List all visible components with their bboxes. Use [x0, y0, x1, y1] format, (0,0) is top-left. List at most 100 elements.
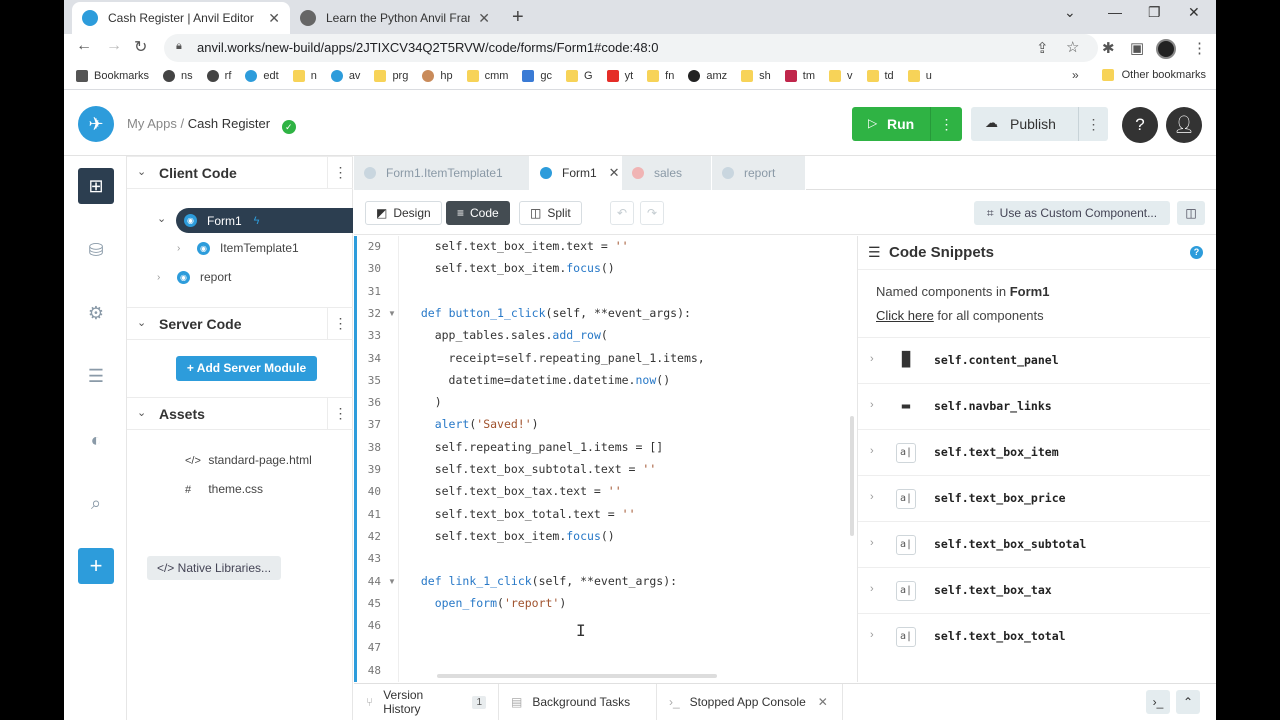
chevron-right-icon[interactable]: › [870, 399, 874, 411]
bookmark-item[interactable]: fn [647, 69, 674, 82]
minimize-icon[interactable]: — [1108, 4, 1122, 20]
run-options-button[interactable]: ⋮ [930, 107, 962, 141]
chevron-right-icon[interactable]: › [870, 583, 874, 595]
tree-item-itemtemplate1[interactable]: › ◉ ItemTemplate1 [177, 236, 299, 260]
close-tab-icon[interactable]: ✕ [609, 165, 620, 181]
bookmarks-overflow-icon[interactable]: » [1072, 68, 1079, 82]
chevron-right-icon[interactable]: › [870, 353, 874, 365]
design-mode-button[interactable]: ◩ Design [365, 201, 442, 225]
tab-report[interactable]: report [712, 156, 806, 190]
component-name[interactable]: self.text_box_total [934, 629, 1066, 643]
native-libraries-button[interactable]: </> Native Libraries... [147, 556, 281, 580]
help-icon[interactable]: ? [1190, 246, 1203, 259]
run-button[interactable]: ▷ Run ⋮ [852, 107, 962, 141]
component-name[interactable]: self.navbar_links [934, 399, 1052, 413]
bookmark-item[interactable]: td [866, 69, 894, 82]
settings-gear-icon[interactable]: ⚙ [78, 295, 114, 331]
close-tab-icon[interactable]: ✕ [478, 10, 490, 27]
theme-palette-icon[interactable]: ◐ [78, 422, 114, 458]
component-name[interactable]: self.text_box_price [934, 491, 1066, 505]
add-feature-icon[interactable]: + [78, 548, 114, 584]
chevron-right-icon[interactable]: › [870, 491, 874, 503]
snippet-row[interactable]: › ▬ self.navbar_links [858, 383, 1210, 429]
chevron-down-icon[interactable]: ⌄ [137, 406, 146, 419]
forward-icon[interactable]: → [106, 37, 122, 55]
browser-tab-learn[interactable]: Learn the Python Anvil Framewo ✕ [290, 2, 500, 34]
bookmark-item[interactable]: av [330, 69, 360, 82]
bookmark-item[interactable]: Bookmarks [76, 69, 149, 82]
bookmark-item[interactable]: ns [163, 69, 193, 82]
bookmark-item[interactable]: amz [688, 69, 727, 82]
snippet-row[interactable]: › a| self.text_box_total [858, 613, 1210, 659]
fold-toggle-icon[interactable]: ▼ [388, 309, 396, 318]
bookmark-item[interactable]: u [907, 69, 932, 82]
snippet-row[interactable]: › a| self.text_box_price [858, 475, 1210, 521]
publish-button[interactable]: ☁ Publish ⋮ [971, 107, 1108, 141]
profile-avatar[interactable] [1156, 39, 1176, 59]
database-icon[interactable]: ⛁ [78, 232, 114, 268]
bookmark-item[interactable]: prg [374, 69, 408, 82]
bookmark-item[interactable]: sh [741, 69, 771, 82]
vertical-scrollbar[interactable] [850, 416, 854, 536]
list-icon[interactable]: ☰ [78, 358, 114, 394]
close-window-icon[interactable]: ✕ [1188, 4, 1200, 21]
asset-file-theme-css[interactable]: # theme.css [185, 482, 263, 496]
search-icon[interactable]: ⌕ [78, 485, 114, 521]
tree-item-report[interactable]: › ◉ report [157, 265, 231, 289]
address-bar[interactable]: 🔒︎ anvil.works/new-build/apps/2JTIXCV34Q… [164, 34, 1098, 62]
bookmark-item[interactable]: G [566, 69, 593, 82]
version-history-tab[interactable]: ⑂ Version History 1 [354, 684, 499, 720]
app-browser-icon[interactable]: ⊞ [78, 168, 114, 204]
chevron-down-icon[interactable]: ⌄ [137, 165, 146, 178]
new-tab-button[interactable]: + [512, 6, 524, 29]
asset-file-standard-page[interactable]: </> standard-page.html [185, 453, 312, 467]
component-name[interactable]: self.text_box_item [934, 445, 1059, 459]
assets-section[interactable]: ⌄ Assets ⋮ [127, 397, 353, 430]
my-apps-link[interactable]: My Apps [127, 116, 177, 131]
bookmark-item[interactable]: rf [206, 69, 231, 82]
other-bookmarks[interactable]: Other bookmarks [1101, 69, 1206, 81]
bookmark-item[interactable]: cmm [466, 69, 508, 82]
chevron-right-icon[interactable]: › [870, 537, 874, 549]
tree-item-form1[interactable]: ◉ Form1 ϟ [176, 208, 353, 233]
app-name[interactable]: Cash Register [188, 116, 270, 131]
chevron-down-icon[interactable]: ⌄ [157, 212, 166, 225]
bookmark-item[interactable]: edt [245, 69, 279, 82]
extensions-icon[interactable]: ✱ [1102, 39, 1115, 57]
tab-form1[interactable]: Form1 ✕ [530, 156, 622, 190]
app-console-tab[interactable]: ›_ Stopped App Console ✕ [657, 684, 843, 720]
snippet-row[interactable]: › a| self.text_box_item [858, 429, 1210, 475]
redo-icon[interactable]: ↷ [640, 201, 664, 225]
bookmark-item[interactable]: tm [784, 69, 815, 82]
terminal-icon[interactable]: ›_ [1146, 690, 1170, 714]
bookmark-item[interactable]: n [292, 69, 317, 82]
bookmark-item[interactable]: yt [606, 69, 633, 82]
split-mode-button[interactable]: ◫ Split [519, 201, 582, 225]
horizontal-scrollbar[interactable] [437, 674, 717, 678]
chevron-right-icon[interactable]: › [870, 629, 874, 641]
chevron-down-icon[interactable]: ⌄ [137, 316, 146, 329]
anvil-logo-icon[interactable]: ✈ [78, 106, 114, 142]
outline-icon[interactable]: ☰ [868, 244, 881, 261]
code-mode-button[interactable]: ≡ Code [446, 201, 510, 225]
bookmark-item[interactable]: v [829, 69, 853, 82]
chevron-right-icon[interactable]: › [870, 445, 874, 457]
bookmark-item[interactable]: gc [522, 69, 552, 82]
bookmark-item[interactable]: hp [422, 69, 453, 82]
help-icon[interactable]: ? [1122, 107, 1158, 143]
server-code-section[interactable]: ⌄ Server Code ⋮ [127, 307, 353, 340]
restore-icon[interactable]: ❐ [1148, 4, 1161, 21]
tab-form1-itemtemplate1[interactable]: Form1.ItemTemplate1 [354, 156, 530, 190]
tab-sales[interactable]: sales [622, 156, 712, 190]
component-name[interactable]: self.content_panel [934, 353, 1059, 367]
browser-menu-icon[interactable]: ⋮ [1192, 39, 1207, 57]
add-server-module-button[interactable]: + Add Server Module [176, 356, 317, 381]
share-icon[interactable]: ⇪ [1036, 39, 1049, 57]
snippet-row[interactable]: › ▐▌ self.content_panel [858, 337, 1210, 383]
account-icon[interactable]: 👤︎ [1166, 107, 1202, 143]
fold-toggle-icon[interactable]: ▼ [388, 577, 396, 586]
browser-tab-anvil-editor[interactable]: Cash Register | Anvil Editor ✕ [72, 2, 290, 34]
component-name[interactable]: self.text_box_subtotal [934, 537, 1086, 551]
close-tab-icon[interactable]: ✕ [268, 10, 280, 27]
component-name[interactable]: self.text_box_tax [934, 583, 1052, 597]
